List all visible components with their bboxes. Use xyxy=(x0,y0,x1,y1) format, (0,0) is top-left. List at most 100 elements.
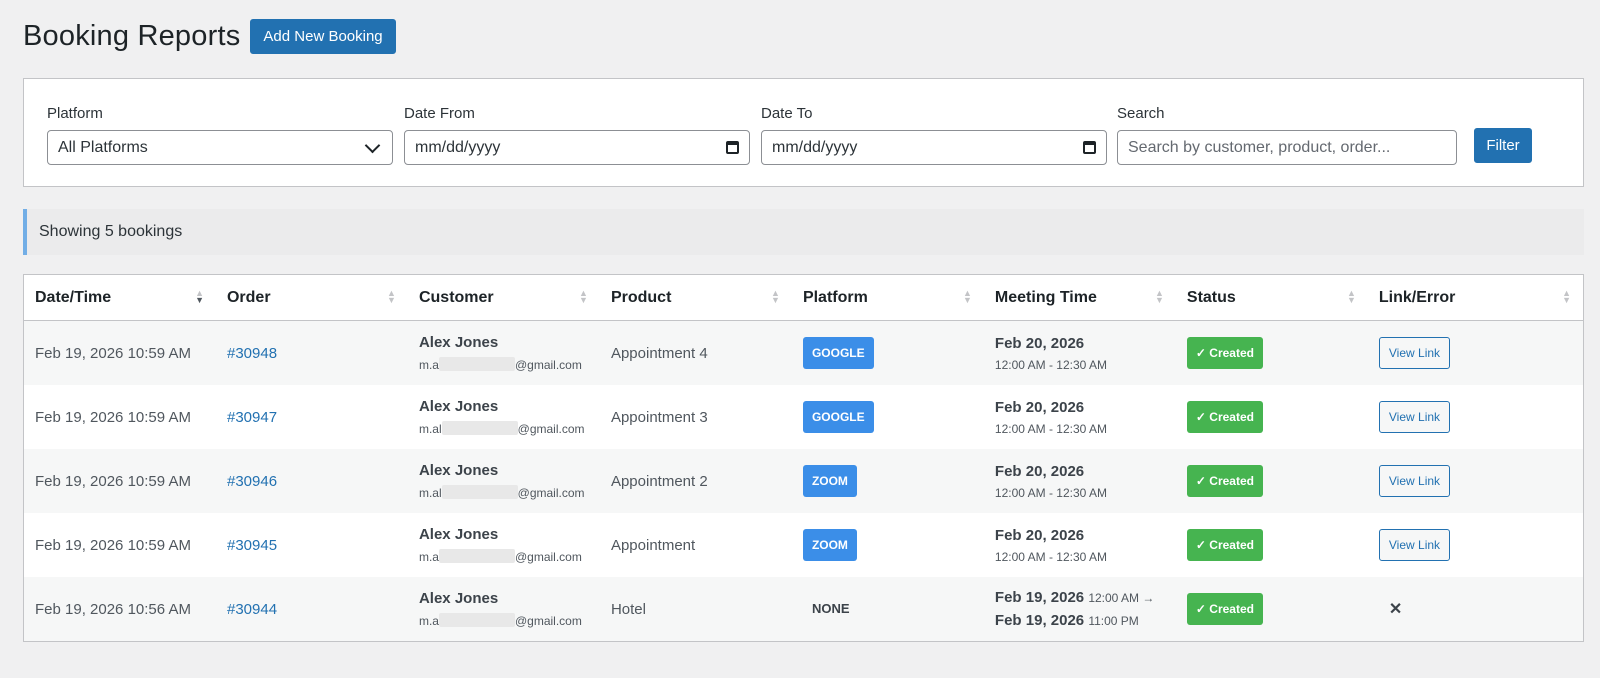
customer-email: m.a @gmail.com xyxy=(418,357,582,372)
meeting-date: Feb 20, 2026 xyxy=(994,526,1085,544)
search-input[interactable]: Search by customer, product, order... xyxy=(1117,130,1457,165)
col-header-platform[interactable]: Platform ▲ ▼ xyxy=(791,275,984,321)
view-link-button[interactable]: View Link xyxy=(1378,337,1451,369)
cell-meeting-time: Feb 20, 2026 12:00 AM - 12:30 AM xyxy=(984,385,1176,449)
view-link-button[interactable]: View Link xyxy=(1378,401,1451,433)
col-header-meeting-time[interactable]: Meeting Time ▲ ▼ xyxy=(983,275,1176,321)
date-to-filter: Date To mm/dd/yyyy xyxy=(761,105,1107,165)
col-header-status[interactable]: Status ▲ ▼ xyxy=(1175,275,1368,321)
cell-meeting-time: Feb 19, 2026 12:00 AM → Feb 19, 2026 11:… xyxy=(983,577,1176,641)
filter-button[interactable]: Filter xyxy=(1474,128,1532,163)
order-link[interactable]: #30947 xyxy=(227,409,277,426)
view-link-button[interactable]: View Link xyxy=(1378,529,1451,561)
table-row: Feb 19, 2026 10:56 AM #30944 Alex Jones … xyxy=(24,577,1583,641)
cell-platform: GOOGLE xyxy=(791,320,984,385)
table-row: Feb 19, 2026 10:59 AM #30946 Alex Jones … xyxy=(24,449,1583,513)
cell-platform: ZOOM xyxy=(791,449,984,513)
cell-platform: GOOGLE xyxy=(792,385,984,449)
platform-badge: NONE xyxy=(811,601,850,616)
redacted-block xyxy=(438,357,515,371)
cell-link: View Link xyxy=(1368,513,1583,577)
order-link[interactable]: #30945 xyxy=(227,537,277,554)
col-header-product[interactable]: Product ▲ ▼ xyxy=(599,275,792,321)
cell-datetime: Feb 19, 2026 10:56 AM xyxy=(24,577,216,641)
cell-product: Appointment 3 xyxy=(610,408,708,426)
chevron-down-icon xyxy=(364,137,381,153)
redacted-block xyxy=(438,549,515,563)
customer-email: m.al @gmail.com xyxy=(418,485,585,500)
customer-email: m.al @gmail.com xyxy=(418,421,585,436)
meeting-date: Feb 20, 2026 xyxy=(994,398,1085,416)
platform-select[interactable]: All Platforms xyxy=(47,130,393,165)
customer-name: Alex Jones xyxy=(418,462,499,479)
col-header-customer[interactable]: Customer ▲ ▼ xyxy=(407,275,600,321)
col-header-link-error[interactable]: Link/Error ▲ ▼ xyxy=(1367,275,1583,321)
add-new-booking-button[interactable]: Add New Booking xyxy=(250,19,396,54)
status-badge: ✓ Created xyxy=(1186,465,1263,497)
cell-order: #30947 xyxy=(216,385,408,449)
platform-badge: ZOOM xyxy=(802,465,857,497)
cell-status: ✓ Created xyxy=(1176,513,1368,577)
search-placeholder: Search by customer, product, order... xyxy=(1128,138,1391,156)
calendar-icon[interactable] xyxy=(1083,141,1096,154)
cell-customer: Alex Jones m.al @gmail.com xyxy=(407,449,600,513)
meeting-time-range: 12:00 AM - 12:30 AM xyxy=(994,485,1107,500)
redacted-block xyxy=(438,613,515,627)
date-from-filter: Date From mm/dd/yyyy xyxy=(404,105,750,165)
platform-badge: ZOOM xyxy=(802,529,857,561)
sort-icon: ▲ ▼ xyxy=(387,288,396,305)
view-link-button[interactable]: View Link xyxy=(1378,465,1451,497)
cell-status: ✓ Created xyxy=(1175,577,1368,641)
meeting-start: Feb 19, 2026 12:00 AM → xyxy=(994,589,1155,606)
calendar-icon[interactable] xyxy=(726,141,739,154)
date-to-input[interactable]: mm/dd/yyyy xyxy=(761,130,1107,165)
cell-customer: Alex Jones m.a @gmail.com xyxy=(407,577,600,641)
col-header-label: Customer xyxy=(418,288,494,306)
cell-product: Appointment xyxy=(610,536,696,554)
page-title: Booking Reports xyxy=(23,20,241,52)
platform-label: Platform xyxy=(47,105,103,122)
cell-order: #30946 xyxy=(215,449,408,513)
status-badge: ✓ Created xyxy=(1186,529,1263,561)
cell-product: Appointment 4 xyxy=(599,320,792,385)
date-from-label: Date From xyxy=(404,105,475,122)
redacted-block xyxy=(441,421,518,435)
cell-customer: Alex Jones m.a @gmail.com xyxy=(407,320,600,385)
col-header-datetime[interactable]: Date/Time ▲ ▼ xyxy=(24,275,216,321)
date-from-placeholder: mm/dd/yyyy xyxy=(415,138,501,156)
customer-name: Alex Jones xyxy=(418,398,499,415)
cell-order: #30945 xyxy=(216,513,408,577)
order-link[interactable]: #30946 xyxy=(227,473,277,490)
col-header-order[interactable]: Order ▲ ▼ xyxy=(215,275,408,321)
cell-meeting-time: Feb 20, 2026 12:00 AM - 12:30 AM xyxy=(984,513,1176,577)
platform-badge: GOOGLE xyxy=(802,401,874,433)
cell-customer: Alex Jones m.al @gmail.com xyxy=(408,385,600,449)
meeting-end: Feb 19, 2026 11:00 PM xyxy=(994,612,1139,629)
sort-icon: ▲ ▼ xyxy=(1562,288,1571,305)
table-row: Feb 19, 2026 10:59 AM #30947 Alex Jones … xyxy=(24,385,1583,449)
customer-email: m.a @gmail.com xyxy=(418,549,582,564)
cell-link: View Link xyxy=(1368,385,1583,449)
cell-meeting-time: Feb 20, 2026 12:00 AM - 12:30 AM xyxy=(983,449,1176,513)
filter-panel: Platform All Platforms Date From mm/dd/y… xyxy=(23,78,1584,187)
col-header-label: Order xyxy=(226,288,271,306)
col-header-label: Link/Error xyxy=(1378,288,1456,306)
sort-icon: ▲ ▼ xyxy=(579,288,588,305)
sort-icon: ▲ ▼ xyxy=(963,288,972,305)
sort-icon: ▲ ▼ xyxy=(771,288,780,305)
redacted-block xyxy=(441,485,518,499)
meeting-date: Feb 20, 2026 xyxy=(994,462,1085,480)
date-to-placeholder: mm/dd/yyyy xyxy=(772,138,858,156)
table-row: Feb 19, 2026 10:59 AM #30945 Alex Jones … xyxy=(24,513,1583,577)
meeting-time-range: 12:00 AM - 12:30 AM xyxy=(994,357,1107,372)
date-from-input[interactable]: mm/dd/yyyy xyxy=(404,130,750,165)
order-link[interactable]: #30944 xyxy=(227,601,277,618)
cell-datetime: Feb 19, 2026 10:59 AM xyxy=(24,449,216,513)
order-link[interactable]: #30948 xyxy=(227,345,277,362)
cell-datetime: Feb 19, 2026 10:59 AM xyxy=(35,536,191,554)
table-header-row: Date/Time ▲ ▼ Order ▲ ▼ Customer ▲ ▼ Product ▲ ▼… xyxy=(24,275,1583,321)
meeting-time-range: 12:00 AM - 12:30 AM xyxy=(994,549,1107,564)
cell-status: ✓ Created xyxy=(1176,385,1368,449)
col-header-label: Platform xyxy=(802,288,868,306)
cell-meeting-time: Feb 20, 2026 12:00 AM - 12:30 AM xyxy=(983,320,1176,385)
